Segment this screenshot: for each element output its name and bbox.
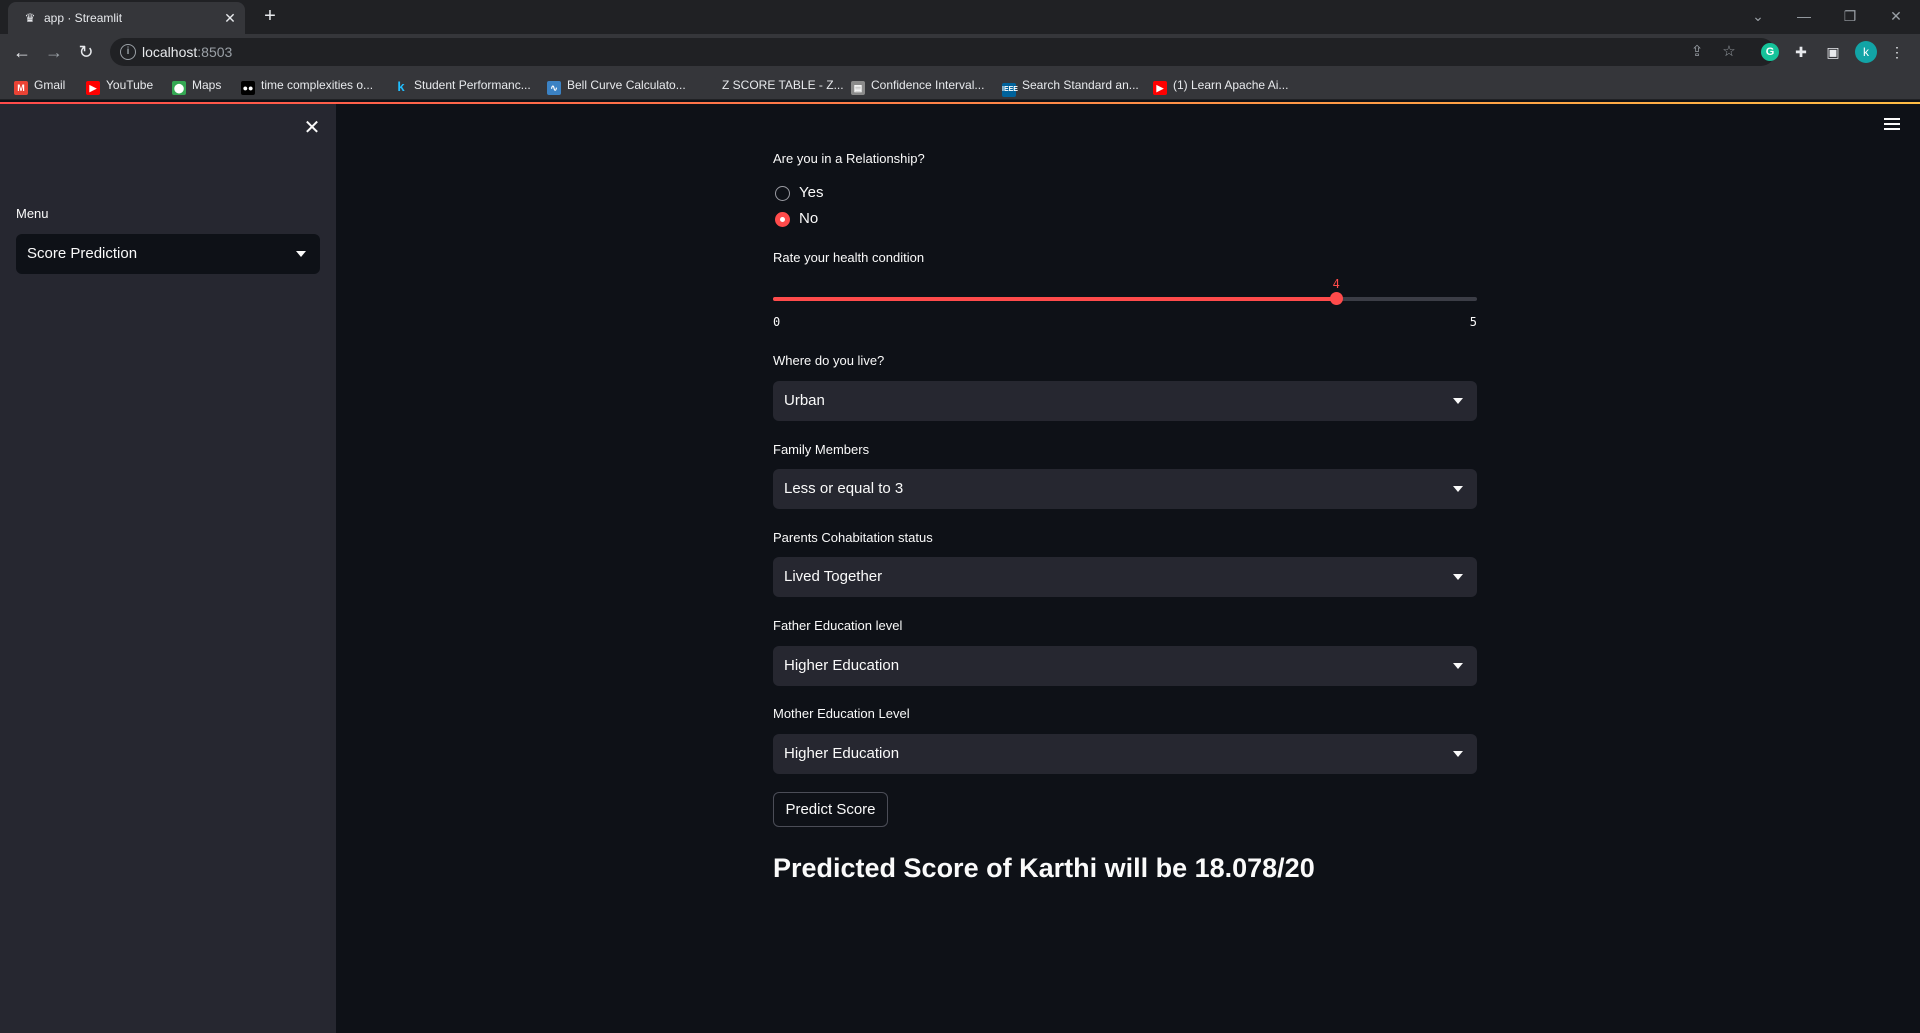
profile-avatar[interactable]: k: [1855, 41, 1877, 63]
chevron-down-icon: [1453, 751, 1463, 757]
menu-select[interactable]: Score Prediction: [16, 234, 320, 274]
slider-thumb[interactable]: [1330, 292, 1344, 305]
site-info-icon[interactable]: i: [120, 44, 136, 60]
father-education-select[interactable]: Higher Education: [773, 646, 1477, 686]
slider-value: 4: [1332, 277, 1340, 291]
bookmark-item[interactable]: ▶ (1) Learn Apache Ai...: [1153, 77, 1289, 95]
hamburger-menu-icon[interactable]: [1884, 118, 1902, 132]
back-icon[interactable]: ←: [12, 42, 32, 62]
close-tab-icon[interactable]: ✕: [222, 10, 238, 26]
bookmark-item[interactable]: ●● time complexities o...: [241, 77, 374, 95]
youtube-icon: ▶: [86, 81, 100, 95]
zscore-icon: [702, 77, 716, 91]
tab-title: app · Streamlit: [44, 11, 123, 25]
health-label: Rate your health condition: [773, 250, 925, 265]
slider-min: 0: [773, 315, 781, 329]
radio-unchecked-icon: [775, 186, 790, 201]
maps-icon: ⬤: [172, 81, 186, 95]
family-select[interactable]: Less or equal to 3: [773, 469, 1477, 509]
medium-icon: ●●: [241, 81, 255, 95]
address-select-value: Urban: [784, 392, 825, 409]
family-select-value: Less or equal to 3: [784, 480, 904, 497]
ieee-icon: IEEE: [1002, 83, 1018, 97]
main-content: Are you in a Relationship? Yes No Rate y…: [773, 104, 1477, 1033]
calculator-icon: ∿: [547, 81, 561, 95]
bookmark-item[interactable]: ⬤ Maps: [172, 77, 222, 95]
minimize-icon[interactable]: —: [1794, 6, 1814, 26]
extensions-puzzle-icon[interactable]: ✚: [1792, 43, 1810, 61]
radio-checked-icon: [775, 212, 790, 227]
address-select[interactable]: Urban: [773, 381, 1477, 421]
bookmark-label: (1) Learn Apache Ai...: [1173, 78, 1289, 92]
bookmark-label: Gmail: [34, 78, 66, 92]
relationship-label: Are you in a Relationship?: [773, 151, 925, 166]
restore-icon[interactable]: ❐: [1840, 6, 1860, 26]
forward-icon[interactable]: →: [44, 42, 64, 62]
prediction-result: Predicted Score of Karthi will be 18.078…: [773, 853, 1315, 883]
chevron-down-icon: [296, 251, 306, 257]
close-sidebar-icon[interactable]: ✕: [302, 118, 322, 138]
browser-toolbar: ← → ↻ i localhost:8503 ⇪ ☆ G ✚ ▣ ⋮: [0, 34, 1920, 70]
tab-search-icon[interactable]: ⌄: [1748, 6, 1768, 26]
chevron-down-icon: [1453, 574, 1463, 580]
chevron-down-icon: [1453, 398, 1463, 404]
streamlit-icon: ♛: [24, 11, 36, 25]
chart-icon: ▤: [851, 81, 865, 95]
chevron-down-icon: [1453, 486, 1463, 492]
parents-select-value: Lived Together: [784, 568, 883, 585]
share-icon[interactable]: ⇪: [1688, 43, 1706, 61]
father-education-label: Father Education level: [773, 618, 903, 633]
youtube-icon: ▶: [1153, 81, 1167, 95]
bookmark-label: Search Standard an...: [1022, 78, 1139, 92]
mother-education-value: Higher Education: [784, 745, 900, 762]
parents-label: Parents Cohabitation status: [773, 530, 933, 545]
health-slider[interactable]: [773, 292, 1477, 305]
menu-select-value: Score Prediction: [27, 245, 138, 262]
chevron-down-icon: [1453, 663, 1463, 669]
radio-label: Yes: [799, 184, 824, 201]
bookmark-label: Bell Curve Calculato...: [567, 78, 686, 92]
menu-label: Menu: [16, 206, 49, 221]
bookmark-label: YouTube: [106, 78, 154, 92]
window-close-icon[interactable]: ✕: [1886, 6, 1906, 26]
sidebar: ✕ Menu Score Prediction: [0, 104, 336, 1033]
mother-education-label: Mother Education Level: [773, 706, 910, 721]
bookmark-item[interactable]: M Gmail: [14, 77, 66, 95]
radio-label: No: [799, 210, 819, 227]
reload-icon[interactable]: ↻: [76, 42, 96, 62]
address-bar[interactable]: i localhost:8503 ⇪ ☆: [110, 38, 1775, 66]
new-tab-icon[interactable]: +: [260, 6, 280, 26]
bookmark-star-icon[interactable]: ☆: [1720, 43, 1738, 61]
slider-fill: [773, 297, 1337, 301]
slider-max: 5: [1469, 315, 1477, 329]
grammarly-extension-icon[interactable]: G: [1761, 43, 1779, 61]
bookmark-label: Maps: [192, 78, 222, 92]
bookmarks-bar: M Gmail ▶ YouTube ⬤ Maps ●● time complexitie…: [0, 70, 1920, 100]
mother-education-select[interactable]: Higher Education: [773, 734, 1477, 774]
bookmark-label: Confidence Interval...: [871, 78, 985, 92]
kaggle-icon: k: [394, 80, 408, 94]
browser-menu-icon[interactable]: ⋮: [1888, 43, 1906, 61]
bookmark-label: Z SCORE TABLE - Z...: [722, 78, 844, 92]
side-panel-icon[interactable]: ▣: [1824, 43, 1842, 61]
browser-tab[interactable]: ♛ app · Streamlit ✕: [8, 2, 245, 34]
bookmark-label: Student Performanc...: [414, 78, 531, 92]
family-label: Family Members: [773, 442, 870, 457]
browser-tab-bar: ♛ app · Streamlit ✕ + ⌄ — ❐ ✕: [0, 0, 1920, 34]
bookmark-item[interactable]: Z SCORE TABLE - Z...: [702, 77, 844, 93]
bookmark-label: time complexities o...: [261, 78, 374, 92]
url-port: :8503: [197, 44, 233, 60]
bookmark-item[interactable]: ∿ Bell Curve Calculato...: [547, 77, 686, 95]
address-label: Where do you live?: [773, 353, 885, 368]
url-text: localhost:8503: [142, 44, 232, 60]
bookmark-item[interactable]: ▤ Confidence Interval...: [851, 77, 985, 95]
predict-score-button[interactable]: Predict Score: [773, 792, 888, 827]
bookmark-item[interactable]: k Student Performanc...: [394, 77, 531, 94]
bookmark-item[interactable]: IEEE Search Standard an...: [1002, 77, 1139, 97]
father-education-value: Higher Education: [784, 657, 900, 674]
url-host: localhost: [142, 44, 198, 60]
bookmark-item[interactable]: ▶ YouTube: [86, 77, 154, 95]
parents-select[interactable]: Lived Together: [773, 557, 1477, 597]
gmail-icon: M: [14, 81, 28, 95]
